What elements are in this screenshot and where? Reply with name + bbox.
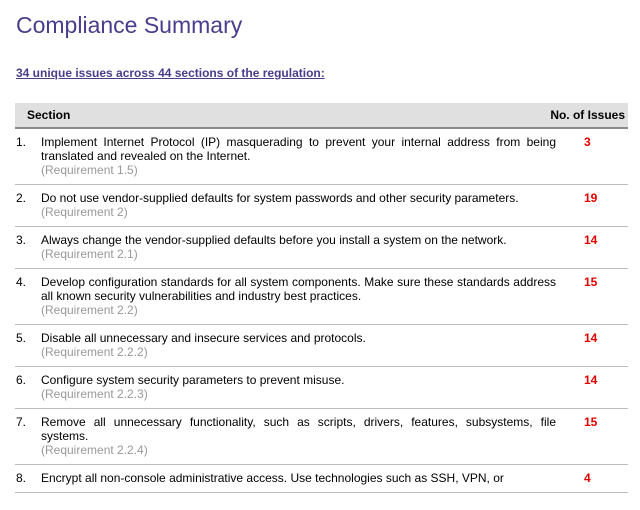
table-row: 4. Develop configuration standards for a… [15,269,628,325]
row-issue-count: 19 [584,191,598,205]
row-description: Implement Internet Protocol (IP) masquer… [41,135,556,163]
table-row: 7. Remove all unnecessary functionality,… [15,409,628,465]
table-row: 8. Encrypt all non-console administrativ… [15,465,628,493]
issues-summary-link[interactable]: 34 unique issues across 44 sections of t… [16,66,325,80]
row-number: 3. [16,233,27,247]
table-header: Section No. of Issues [15,103,628,129]
row-requirement: (Requirement 2.2.3) [41,387,148,401]
row-number: 7. [16,415,27,429]
page-title: Compliance Summary [16,12,243,38]
table-row: 5. Disable all unnecessary and insecure … [15,325,628,367]
row-number: 8. [16,471,27,485]
row-issue-count: 14 [584,373,598,387]
row-requirement: (Requirement 2.2) [41,303,138,317]
row-description: Always change the vendor-supplied defaul… [41,233,507,247]
row-requirement: (Requirement 2.2.4) [41,443,148,457]
row-number: 1. [16,135,27,149]
table-row: 1. Implement Internet Protocol (IP) masq… [15,129,628,185]
row-number: 2. [16,191,27,205]
row-number: 5. [16,331,27,345]
column-header-issues: No. of Issues [550,108,625,122]
row-issue-count: 15 [584,415,598,429]
table-row: 6. Configure system security parameters … [15,367,628,409]
row-requirement: (Requirement 2.2.2) [41,345,148,359]
row-description: Configure system security parameters to … [41,373,345,387]
row-issue-count: 15 [584,275,598,289]
row-issue-count: 14 [584,331,598,345]
issues-table-body: 1. Implement Internet Protocol (IP) masq… [15,129,628,493]
row-description: Encrypt all non-console administrative a… [41,471,504,485]
row-issue-count: 4 [584,471,591,485]
row-requirement: (Requirement 2.1) [41,247,138,261]
row-requirement: (Requirement 2) [41,205,128,219]
row-number: 6. [16,373,27,387]
row-description: Develop configuration standards for all … [41,275,556,303]
row-description: Do not use vendor-supplied defaults for … [41,191,519,205]
row-description: Remove all unnecessary functionality, su… [41,415,556,443]
table-row: 3. Always change the vendor-supplied def… [15,227,628,269]
row-description: Disable all unnecessary and insecure ser… [41,331,366,345]
row-issue-count: 3 [584,135,591,149]
row-issue-count: 14 [584,233,598,247]
table-row: 2. Do not use vendor-supplied defaults f… [15,185,628,227]
row-requirement: (Requirement 1.5) [41,163,138,177]
row-number: 4. [16,275,27,289]
column-header-section: Section [27,108,71,122]
